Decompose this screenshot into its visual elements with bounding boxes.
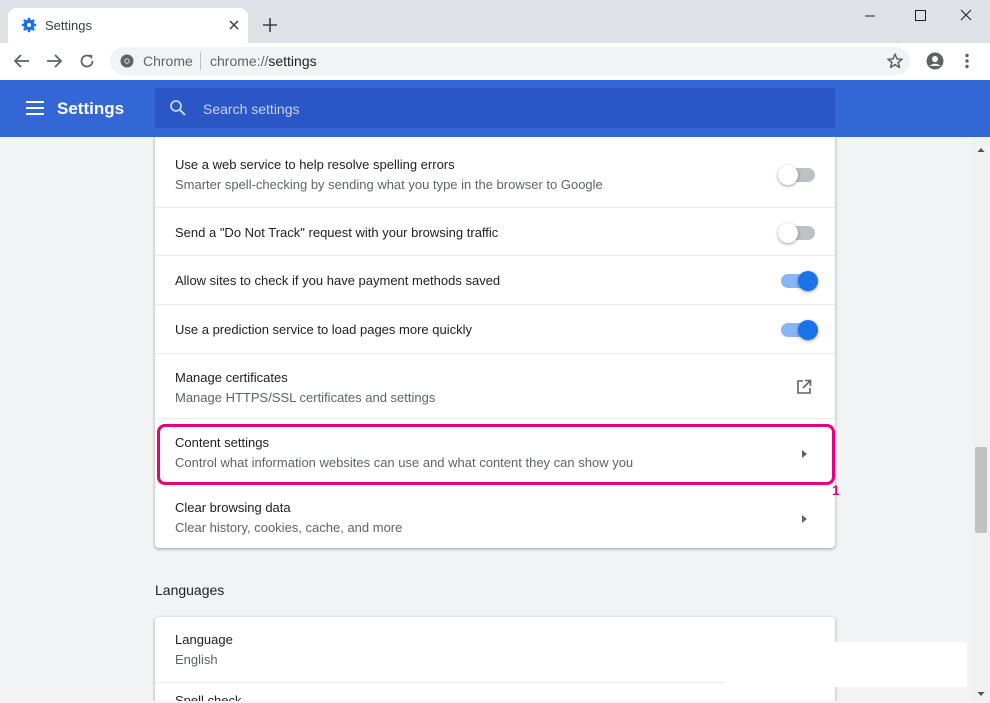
new-tab-button[interactable] — [262, 17, 278, 33]
row-subtitle: Manage HTTPS/SSL certificates and settin… — [175, 390, 436, 405]
chrome-logo-icon — [120, 54, 134, 68]
maximize-button[interactable] — [910, 6, 930, 26]
row-title: Use a prediction service to load pages m… — [175, 322, 472, 337]
annotation-highlight-box — [157, 424, 835, 485]
white-overlay — [725, 642, 967, 687]
url-text[interactable]: chrome://settings — [210, 53, 317, 69]
spell-check-row-label[interactable]: Spell check — [175, 693, 241, 701]
omnibox-chip: Chrome — [143, 53, 193, 69]
prediction-service-toggle[interactable] — [781, 320, 818, 340]
back-arrow-icon[interactable] — [13, 52, 31, 70]
setting-row-prediction-service[interactable]: Use a prediction service to load pages m… — [155, 304, 835, 353]
window-close-button[interactable] — [956, 6, 976, 26]
payment-methods-toggle[interactable] — [781, 271, 818, 291]
gear-icon — [21, 17, 37, 33]
row-title: Use a web service to help resolve spelli… — [175, 157, 455, 172]
setting-row-payment-methods[interactable]: Allow sites to check if you have payment… — [155, 255, 835, 304]
scroll-down-arrow-icon[interactable] — [977, 685, 985, 696]
address-bar[interactable]: Chrome chrome://settings — [110, 47, 910, 75]
search-icon — [169, 99, 187, 117]
settings-content: Use a web service to help resolve spelli… — [0, 137, 972, 701]
open-in-new-icon[interactable] — [795, 378, 813, 396]
row-divider — [155, 682, 725, 683]
row-title: Clear browsing data — [175, 500, 291, 515]
setting-row-spelling-service[interactable]: Use a web service to help resolve spelli… — [155, 137, 835, 207]
languages-section-title: Languages — [155, 582, 225, 598]
tab-settings[interactable]: Settings — [8, 8, 248, 43]
forward-arrow-icon[interactable] — [45, 52, 63, 70]
row-subtitle: Smarter spell-checking by sending what y… — [175, 177, 603, 192]
row-subtitle: Clear history, cookies, cache, and more — [175, 520, 403, 535]
settings-header: Settings — [0, 80, 990, 137]
profile-avatar-icon[interactable] — [926, 52, 944, 70]
do-not-track-toggle[interactable] — [778, 223, 815, 243]
row-title: Allow sites to check if you have payment… — [175, 273, 501, 288]
bookmark-star-icon[interactable] — [886, 52, 904, 70]
omnibox-divider — [200, 52, 201, 70]
minimize-button[interactable] — [860, 6, 880, 26]
close-icon[interactable] — [226, 17, 242, 33]
scroll-up-arrow-icon[interactable] — [977, 141, 985, 152]
page-scrollbar[interactable] — [972, 137, 990, 701]
row-title: Send a "Do Not Track" request with your … — [175, 225, 499, 240]
scroll-thumb[interactable] — [975, 447, 987, 533]
menu-dots-icon[interactable] — [958, 52, 976, 70]
arrow-right-icon[interactable] — [798, 512, 810, 524]
tab-title: Settings — [45, 18, 92, 33]
setting-row-clear-browsing-data[interactable]: Clear browsing data Clear history, cooki… — [155, 483, 835, 548]
spelling-service-toggle[interactable] — [778, 165, 815, 185]
reload-icon[interactable] — [78, 52, 96, 70]
annotation-marker: 1 — [832, 482, 840, 498]
search-input[interactable] — [201, 96, 805, 122]
browser-toolbar: Chrome chrome://settings — [0, 43, 990, 81]
language-value: English — [175, 652, 218, 667]
search-box[interactable] — [155, 88, 835, 128]
language-label: Language — [175, 632, 233, 647]
page-title: Settings — [57, 99, 125, 118]
hamburger-menu-icon[interactable] — [26, 100, 44, 116]
row-title: Manage certificates — [175, 370, 288, 385]
advanced-privacy-card: Use a web service to help resolve spelli… — [155, 137, 835, 548]
setting-row-do-not-track[interactable]: Send a "Do Not Track" request with your … — [155, 207, 835, 256]
setting-row-manage-certificates[interactable]: Manage certificates Manage HTTPS/SSL cer… — [155, 353, 835, 418]
title-bar: Settings — [0, 0, 990, 43]
